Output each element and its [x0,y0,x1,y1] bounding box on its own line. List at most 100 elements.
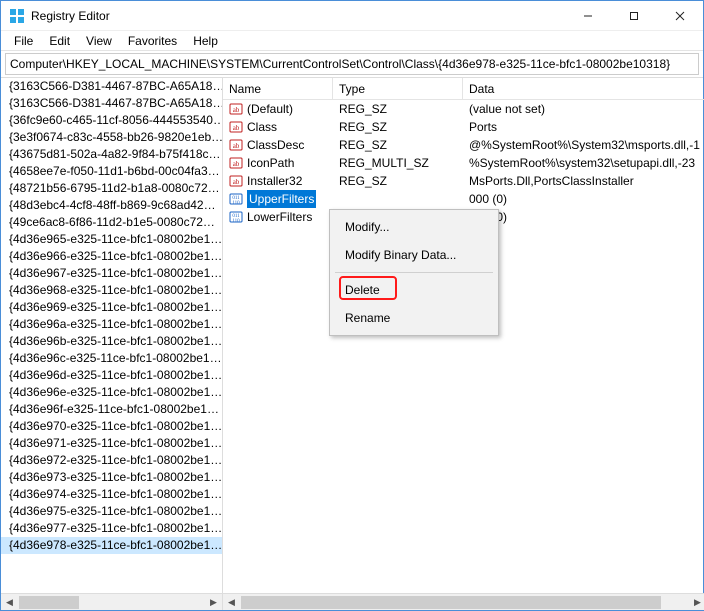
value-row[interactable]: ab IconPath REG_MULTI_SZ%SystemRoot%\syste… [223,154,704,172]
context-menu: Modify... Modify Binary Data... Delete R… [329,209,499,336]
app-icon [9,8,25,24]
svg-text:ab: ab [233,124,240,132]
tree-node[interactable]: {3163C566-D381-4467-87BC-A65A18… [1,95,222,112]
value-data: 000 (0) [463,208,704,226]
tree-node[interactable]: {4d36e977-e325-11ce-bfc1-08002be1… [1,520,222,537]
value-name: IconPath [247,154,294,172]
binary-value-icon: 011110 [229,192,243,206]
scroll-left-arrow-icon[interactable]: ◀ [223,594,240,611]
menu-edit[interactable]: Edit [42,33,77,49]
scroll-thumb[interactable] [241,596,661,609]
titlebar: Registry Editor [1,1,703,31]
tree-node[interactable]: {43675d81-502a-4a82-9f84-b75f418c… [1,146,222,163]
value-name: UpperFilters [247,190,316,208]
menu-favorites[interactable]: Favorites [121,33,184,49]
tree-node[interactable]: {3e3f0674-c83c-4558-bb26-9820e1eb… [1,129,222,146]
value-row[interactable]: ab ClassDesc REG_SZ@%SystemRoot%\System32\… [223,136,704,154]
svg-text:ab: ab [233,178,240,186]
tree-node[interactable]: {4d36e974-e325-11ce-bfc1-08002be1… [1,486,222,503]
tree-node[interactable]: {3163C566-D381-4467-87BC-A65A18… [1,78,222,95]
svg-text:110: 110 [232,201,240,206]
value-type: REG_SZ [333,136,463,154]
window-controls [565,1,703,31]
value-name: Class [247,118,277,136]
maximize-button[interactable] [611,1,657,31]
value-row[interactable]: ab(Default)REG_SZ(value not set) [223,100,704,118]
tree-node[interactable]: {4d36e970-e325-11ce-bfc1-08002be1… [1,418,222,435]
string-value-icon: ab [229,138,243,152]
tree-node[interactable]: {4d36e975-e325-11ce-bfc1-08002be1… [1,503,222,520]
tree-node[interactable]: {48721b56-6795-11d2-b1a8-0080c72… [1,180,222,197]
value-row[interactable]: 011110 UpperFilters 000 (0) [223,190,704,208]
svg-text:110: 110 [232,219,240,224]
scroll-left-arrow-icon[interactable]: ◀ [1,594,18,611]
column-name[interactable]: Name [223,78,333,99]
svg-text:ab: ab [233,160,240,168]
menu-file[interactable]: File [7,33,40,49]
binary-value-icon: 011110 [229,210,243,224]
tree-pane: {3163C566-D381-4467-87BC-A65A18…{3163C56… [1,78,223,610]
tree-node[interactable]: {4d36e968-e325-11ce-bfc1-08002be1… [1,282,222,299]
tree-node[interactable]: {4d36e972-e325-11ce-bfc1-08002be1… [1,452,222,469]
window-title: Registry Editor [31,9,565,23]
column-data[interactable]: Data [463,78,704,99]
context-menu-rename[interactable]: Rename [333,304,495,332]
context-menu-delete[interactable]: Delete [333,276,495,304]
context-menu-modify-binary[interactable]: Modify Binary Data... [333,241,495,269]
tree-node[interactable]: {4d36e96c-e325-11ce-bfc1-08002be1… [1,350,222,367]
menubar: File Edit View Favorites Help [1,31,703,51]
string-value-icon: ab [229,102,243,116]
value-row[interactable]: abInstaller32REG_SZMsPorts.Dll,PortsClas… [223,172,704,190]
value-name: ClassDesc [247,136,304,154]
tree-node[interactable]: {49ce6ac8-6f86-11d2-b1e5-0080c72… [1,214,222,231]
scroll-right-arrow-icon[interactable]: ▶ [205,594,222,611]
value-type: REG_MULTI_SZ [333,154,463,172]
tree-node[interactable]: {4d36e966-e325-11ce-bfc1-08002be1… [1,248,222,265]
value-list-pane: Name Type Data ab(Default)REG_SZ(value n… [223,78,704,610]
value-list[interactable]: ab(Default)REG_SZ(value not set)abClassR… [223,100,704,593]
tree-node[interactable]: {4d36e965-e325-11ce-bfc1-08002be1… [1,231,222,248]
context-menu-modify[interactable]: Modify... [333,213,495,241]
value-name: (Default) [247,100,293,118]
tree-node[interactable]: {4658ee7e-f050-11d1-b6bd-00c04fa3… [1,163,222,180]
tree-node[interactable]: {4d36e969-e325-11ce-bfc1-08002be1… [1,299,222,316]
tree-node[interactable]: {36fc9e60-c465-11cf-8056-444553540… [1,112,222,129]
string-value-icon: ab [229,156,243,170]
tree-node[interactable]: {4d36e96d-e325-11ce-bfc1-08002be1… [1,367,222,384]
tree-node[interactable]: {4d36e96f-e325-11ce-bfc1-08002be1… [1,401,222,418]
tree-node[interactable]: {4d36e967-e325-11ce-bfc1-08002be1… [1,265,222,282]
context-menu-separator [335,272,493,273]
scroll-right-arrow-icon[interactable]: ▶ [689,594,704,611]
close-button[interactable] [657,1,703,31]
tree-node[interactable]: {4d36e973-e325-11ce-bfc1-08002be1… [1,469,222,486]
svg-text:ab: ab [233,106,240,114]
string-value-icon: ab [229,174,243,188]
value-type: REG_SZ [333,118,463,136]
value-row[interactable]: abClassREG_SZPorts [223,118,704,136]
tree-node[interactable]: {4d36e978-e325-11ce-bfc1-08002be1… [1,537,222,554]
value-data: %SystemRoot%\system32\setupapi.dll,-23 [463,154,704,172]
value-type: REG_SZ [333,172,463,190]
address-text: Computer\HKEY_LOCAL_MACHINE\SYSTEM\Curre… [10,57,670,71]
column-type[interactable]: Type [333,78,463,99]
context-menu-delete-label: Delete [345,283,380,297]
value-name: LowerFilters [247,208,312,226]
value-data: @%SystemRoot%\System32\msports.dll,-1 [463,136,704,154]
key-tree[interactable]: {3163C566-D381-4467-87BC-A65A18…{3163C56… [1,78,222,593]
value-data: 000 (0) [463,190,704,208]
svg-text:ab: ab [233,142,240,150]
tree-node[interactable]: {4d36e96e-e325-11ce-bfc1-08002be1… [1,384,222,401]
tree-node[interactable]: {48d3ebc4-4cf8-48ff-b869-9c68ad42… [1,197,222,214]
minimize-button[interactable] [565,1,611,31]
tree-node[interactable]: {4d36e971-e325-11ce-bfc1-08002be1… [1,435,222,452]
value-data: MsPorts.Dll,PortsClassInstaller [463,172,704,190]
menu-view[interactable]: View [79,33,119,49]
registry-editor-window: Registry Editor File Edit View Favorites… [0,0,704,611]
list-horizontal-scrollbar[interactable]: ◀ ▶ [223,593,704,610]
tree-node[interactable]: {4d36e96b-e325-11ce-bfc1-08002be1… [1,333,222,350]
scroll-thumb[interactable] [19,596,79,609]
menu-help[interactable]: Help [186,33,225,49]
address-bar[interactable]: Computer\HKEY_LOCAL_MACHINE\SYSTEM\Curre… [5,53,699,75]
tree-horizontal-scrollbar[interactable]: ◀ ▶ [1,593,222,610]
tree-node[interactable]: {4d36e96a-e325-11ce-bfc1-08002be1… [1,316,222,333]
